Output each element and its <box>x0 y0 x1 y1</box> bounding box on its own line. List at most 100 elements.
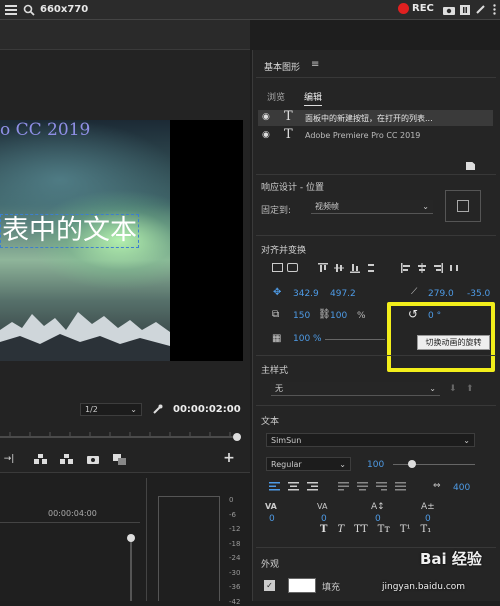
small-caps-button[interactable]: Tт <box>378 524 390 535</box>
superscript-button[interactable]: T¹ <box>400 524 411 535</box>
scale-link-icon[interactable]: ⛓ <box>318 309 331 320</box>
justify-right-icon[interactable] <box>376 482 387 491</box>
more-icon[interactable] <box>489 3 499 16</box>
export-frame-icon[interactable] <box>86 452 100 466</box>
horizontal-align-group <box>401 263 459 273</box>
record-button[interactable]: REC <box>398 3 434 14</box>
opacity-slider[interactable] <box>325 339 385 340</box>
align-selection-icon[interactable] <box>272 263 283 272</box>
playhead-track[interactable] <box>0 436 238 438</box>
eye-icon[interactable]: ◉ <box>262 112 270 122</box>
add-button-icon[interactable]: + <box>222 450 236 466</box>
justify-center-icon[interactable] <box>357 482 368 491</box>
capture-size-label: 660x770 <box>40 4 89 15</box>
tracking-value[interactable]: 400 <box>453 483 470 493</box>
text-layer-icon: T <box>284 127 293 142</box>
kerning-value[interactable]: 0 <box>269 514 275 524</box>
menu-icon[interactable] <box>4 3 18 17</box>
chevron-down-icon: ⌄ <box>463 435 470 445</box>
timeline-scroll-handle[interactable] <box>127 534 135 542</box>
align-left-icon[interactable] <box>401 263 411 273</box>
position-x[interactable]: 342.9 <box>293 289 319 299</box>
align-center-icon[interactable] <box>417 263 427 273</box>
faux-bold-button[interactable]: T <box>320 524 327 535</box>
distribute-vertical-icon[interactable] <box>366 263 376 273</box>
text-heading: 文本 <box>261 417 280 427</box>
chevron-down-icon: ⌄ <box>130 405 137 414</box>
anchor-y[interactable]: -35.0 <box>467 289 490 299</box>
master-style-select[interactable]: 无 ⌄ <box>271 382 440 396</box>
timeline-scroll-track[interactable] <box>130 538 132 601</box>
fill-checkbox[interactable]: ✓ <box>264 580 275 591</box>
meter-tick: -36 <box>229 583 241 591</box>
align-right-icon[interactable] <box>433 263 443 273</box>
tsume-value[interactable]: 0 <box>425 514 431 524</box>
tsume-icon: A± <box>421 502 435 512</box>
wrench-icon[interactable] <box>150 402 164 416</box>
watermark: Bai 经验 jingyan.baidu.com <box>380 548 500 601</box>
kerning-icon: VA <box>265 502 277 511</box>
pause-icon[interactable] <box>458 3 471 16</box>
search-icon[interactable] <box>22 3 36 17</box>
justify-left-icon[interactable] <box>338 482 349 491</box>
pin-to-label: 固定到: <box>261 206 292 216</box>
lift-icon[interactable] <box>32 452 48 466</box>
compare-view-icon[interactable] <box>111 452 127 466</box>
all-caps-button[interactable]: TT <box>354 524 368 535</box>
paragraph-align-group <box>269 482 406 491</box>
tab-browse[interactable]: 浏览 <box>267 90 285 103</box>
subscript-button[interactable]: T₁ <box>421 524 432 535</box>
pen-icon[interactable] <box>474 3 487 16</box>
font-style-value: Regular <box>271 459 302 469</box>
align-middle-icon[interactable] <box>334 263 344 273</box>
layer-name: Adobe Premiere Pro CC 2019 <box>305 131 421 140</box>
meter-tick: -18 <box>229 539 241 548</box>
pin-edges-widget[interactable] <box>445 190 481 222</box>
step-forward-icon[interactable]: →| <box>2 452 16 466</box>
faux-italic-button[interactable]: T <box>337 524 344 535</box>
timecode-display[interactable]: 00:00:02:00 <box>173 404 241 415</box>
opacity-value[interactable]: 100 % <box>293 334 322 344</box>
font-size-slider[interactable] <box>393 464 475 465</box>
fill-color-swatch[interactable] <box>288 578 316 593</box>
transport-controls: →| + <box>0 447 250 471</box>
overlay-text-line2[interactable]: 表中的文本 <box>0 214 139 248</box>
justify-all-icon[interactable] <box>395 482 406 491</box>
overlay-text-line1: o CC 2019 <box>0 120 91 140</box>
position-y[interactable]: 497.2 <box>330 289 356 299</box>
align-bottom-icon[interactable] <box>350 263 360 273</box>
font-family-select[interactable]: SimSun ⌄ <box>266 433 475 447</box>
pin-center-box <box>457 200 469 212</box>
anchor-x[interactable]: 279.0 <box>428 289 454 299</box>
watermark-url: jingyan.baidu.com <box>382 582 466 592</box>
scale-percent-value[interactable]: 100 <box>330 311 347 321</box>
eye-icon[interactable]: ◉ <box>262 130 270 140</box>
record-label: REC <box>412 3 434 14</box>
align-frame-icon[interactable] <box>287 263 298 272</box>
font-size-slider-handle[interactable] <box>408 460 416 468</box>
text-align-left-icon[interactable] <box>269 482 280 491</box>
align-to-group <box>272 263 302 274</box>
font-size-value[interactable]: 100 <box>367 460 384 470</box>
meter-tick: -24 <box>229 554 241 562</box>
pin-to-select[interactable]: 视频帧 ⌄ <box>311 200 433 214</box>
tab-edit[interactable]: 编辑 <box>304 90 323 106</box>
push-down-icon[interactable]: ⬇ <box>449 384 457 394</box>
zoom-select[interactable]: 1/2 ⌄ <box>80 403 142 416</box>
distribute-horizontal-icon[interactable] <box>449 263 459 273</box>
chevron-down-icon: ⌄ <box>429 384 436 393</box>
leading-value[interactable]: 0 <box>321 514 327 524</box>
baseline-value[interactable]: 0 <box>375 514 381 524</box>
extract-icon[interactable] <box>58 452 74 466</box>
text-align-center-icon[interactable] <box>288 482 299 491</box>
new-layer-icon[interactable] <box>466 162 475 170</box>
push-up-icon[interactable]: ⬆ <box>466 384 474 394</box>
align-top-icon[interactable] <box>318 263 328 273</box>
panel-menu-icon[interactable]: ≡ <box>311 59 319 70</box>
divider <box>256 174 496 175</box>
fill-label: 填充 <box>322 583 341 593</box>
scale-value[interactable]: 150 <box>293 311 310 321</box>
text-align-right-icon[interactable] <box>307 482 318 491</box>
font-style-select[interactable]: Regular ⌄ <box>266 457 351 471</box>
camera-icon[interactable] <box>442 3 455 16</box>
